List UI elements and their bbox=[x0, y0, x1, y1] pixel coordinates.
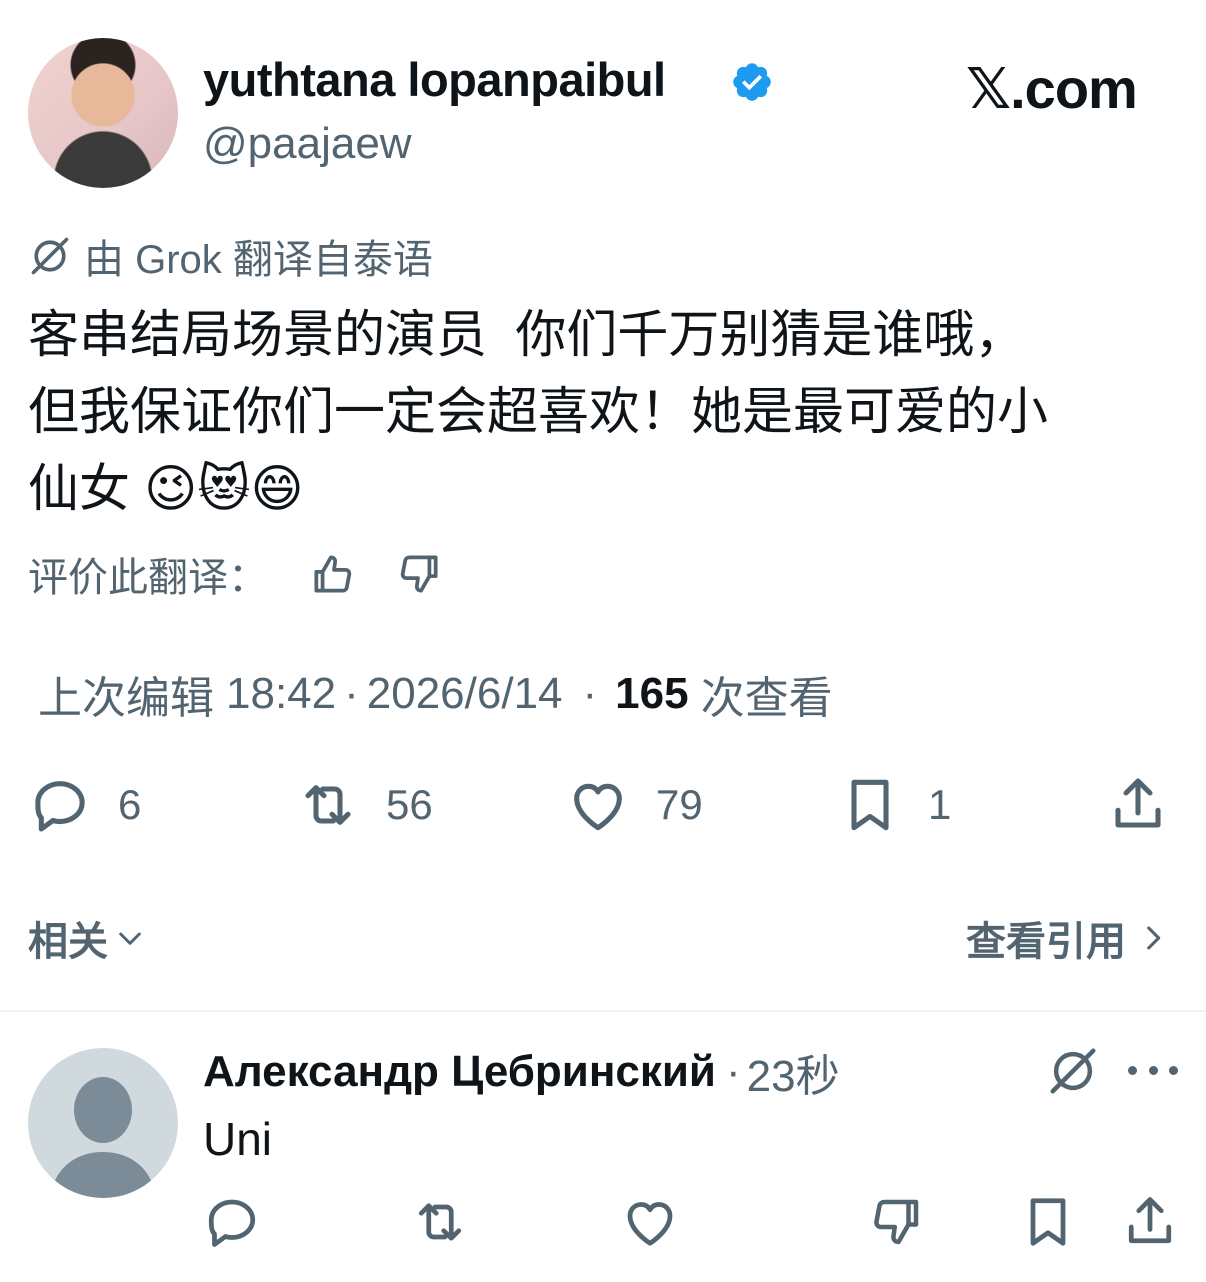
related-label: 相关 bbox=[28, 920, 108, 964]
edited-label[interactable]: 上次编辑 bbox=[38, 662, 214, 726]
post-meta: 上次编辑 18:42 · 2026/6/14 · 165 次查看 bbox=[38, 664, 833, 724]
reply-reply-button[interactable] bbox=[202, 1192, 262, 1252]
view-quotes-link[interactable]: 查看引用 bbox=[966, 908, 1170, 968]
grok-icon bbox=[31, 237, 69, 275]
like-count: 79 bbox=[656, 781, 703, 828]
like-icon bbox=[574, 783, 622, 831]
bookmark-icon bbox=[1030, 1198, 1066, 1246]
reply-time[interactable]: 23秒 bbox=[747, 1040, 840, 1104]
more-icon[interactable] bbox=[1128, 1048, 1178, 1092]
reply-repost-button[interactable] bbox=[410, 1192, 470, 1252]
repost-icon bbox=[305, 785, 351, 825]
reply-dislike-button[interactable] bbox=[866, 1192, 926, 1252]
repost-button[interactable]: 56 bbox=[296, 770, 433, 840]
bookmark-icon bbox=[851, 779, 889, 831]
reply-header: Александр Цебринский · 23秒 bbox=[203, 1042, 840, 1102]
reply-like-button[interactable] bbox=[620, 1192, 680, 1252]
post-date: 2026/6/14 bbox=[366, 669, 563, 718]
post-time: 18:42 bbox=[226, 669, 337, 718]
related-toggle[interactable]: 相关 bbox=[28, 908, 146, 968]
repost-icon bbox=[418, 1203, 462, 1241]
reply-button[interactable]: 6 bbox=[28, 770, 141, 840]
author-display-name[interactable]: yuthtana lopanpaibul bbox=[203, 52, 666, 107]
rate-translation-label: 评价此翻译： bbox=[28, 556, 268, 600]
default-avatar-icon bbox=[50, 1077, 156, 1198]
share-button[interactable] bbox=[1106, 770, 1170, 840]
post-text: 客串结局场景的演员 你们千万别猜是谁哦， 但我保证你们一定会超喜欢！她是最可爱的… bbox=[28, 306, 1049, 517]
reply-share-button[interactable] bbox=[1120, 1192, 1180, 1252]
views-count: 165 bbox=[615, 669, 689, 718]
reply-bookmark-button[interactable] bbox=[1018, 1192, 1078, 1252]
bookmark-count: 1 bbox=[928, 781, 952, 828]
reply-separator: · bbox=[725, 1047, 741, 1096]
reply-text: Uni bbox=[203, 1113, 273, 1165]
bookmark-button[interactable]: 1 bbox=[838, 770, 951, 840]
reply-avatar[interactable] bbox=[28, 1048, 178, 1198]
thumbs-down-icon bbox=[874, 1199, 919, 1245]
reply-count: 6 bbox=[118, 781, 142, 828]
chevron-down-icon bbox=[119, 932, 141, 945]
verified-badge-icon bbox=[733, 63, 771, 101]
like-button[interactable]: 79 bbox=[566, 770, 703, 840]
translation-note-text: 由 Grok 翻译自泰语 bbox=[84, 238, 433, 282]
chevron-right-icon bbox=[1147, 926, 1161, 950]
like-icon bbox=[627, 1202, 673, 1246]
reply-icon bbox=[208, 1199, 256, 1247]
thumbs-up-icon[interactable] bbox=[308, 549, 358, 599]
grok-icon[interactable] bbox=[1046, 1044, 1100, 1098]
views-label: 次查看 bbox=[700, 674, 833, 723]
reply-icon bbox=[35, 781, 85, 832]
meta-separator: · bbox=[582, 669, 598, 718]
author-handle[interactable]: @paajaew bbox=[203, 119, 412, 169]
share-icon bbox=[1128, 1197, 1172, 1244]
translation-note: 由 Grok 翻译自泰语 bbox=[28, 228, 433, 284]
brand-logo: 𝕏.com bbox=[966, 57, 1138, 120]
repost-count: 56 bbox=[386, 781, 433, 828]
section-divider bbox=[0, 1010, 1206, 1012]
view-quotes-label: 查看引用 bbox=[966, 920, 1126, 964]
author-avatar[interactable] bbox=[28, 38, 178, 188]
rate-translation: 评价此翻译： bbox=[28, 544, 444, 604]
meta-separator: · bbox=[344, 669, 359, 718]
share-icon bbox=[1115, 778, 1161, 828]
thumbs-down-icon[interactable] bbox=[394, 549, 444, 599]
reply-author-name[interactable]: Александр Цебринский bbox=[203, 1047, 716, 1097]
